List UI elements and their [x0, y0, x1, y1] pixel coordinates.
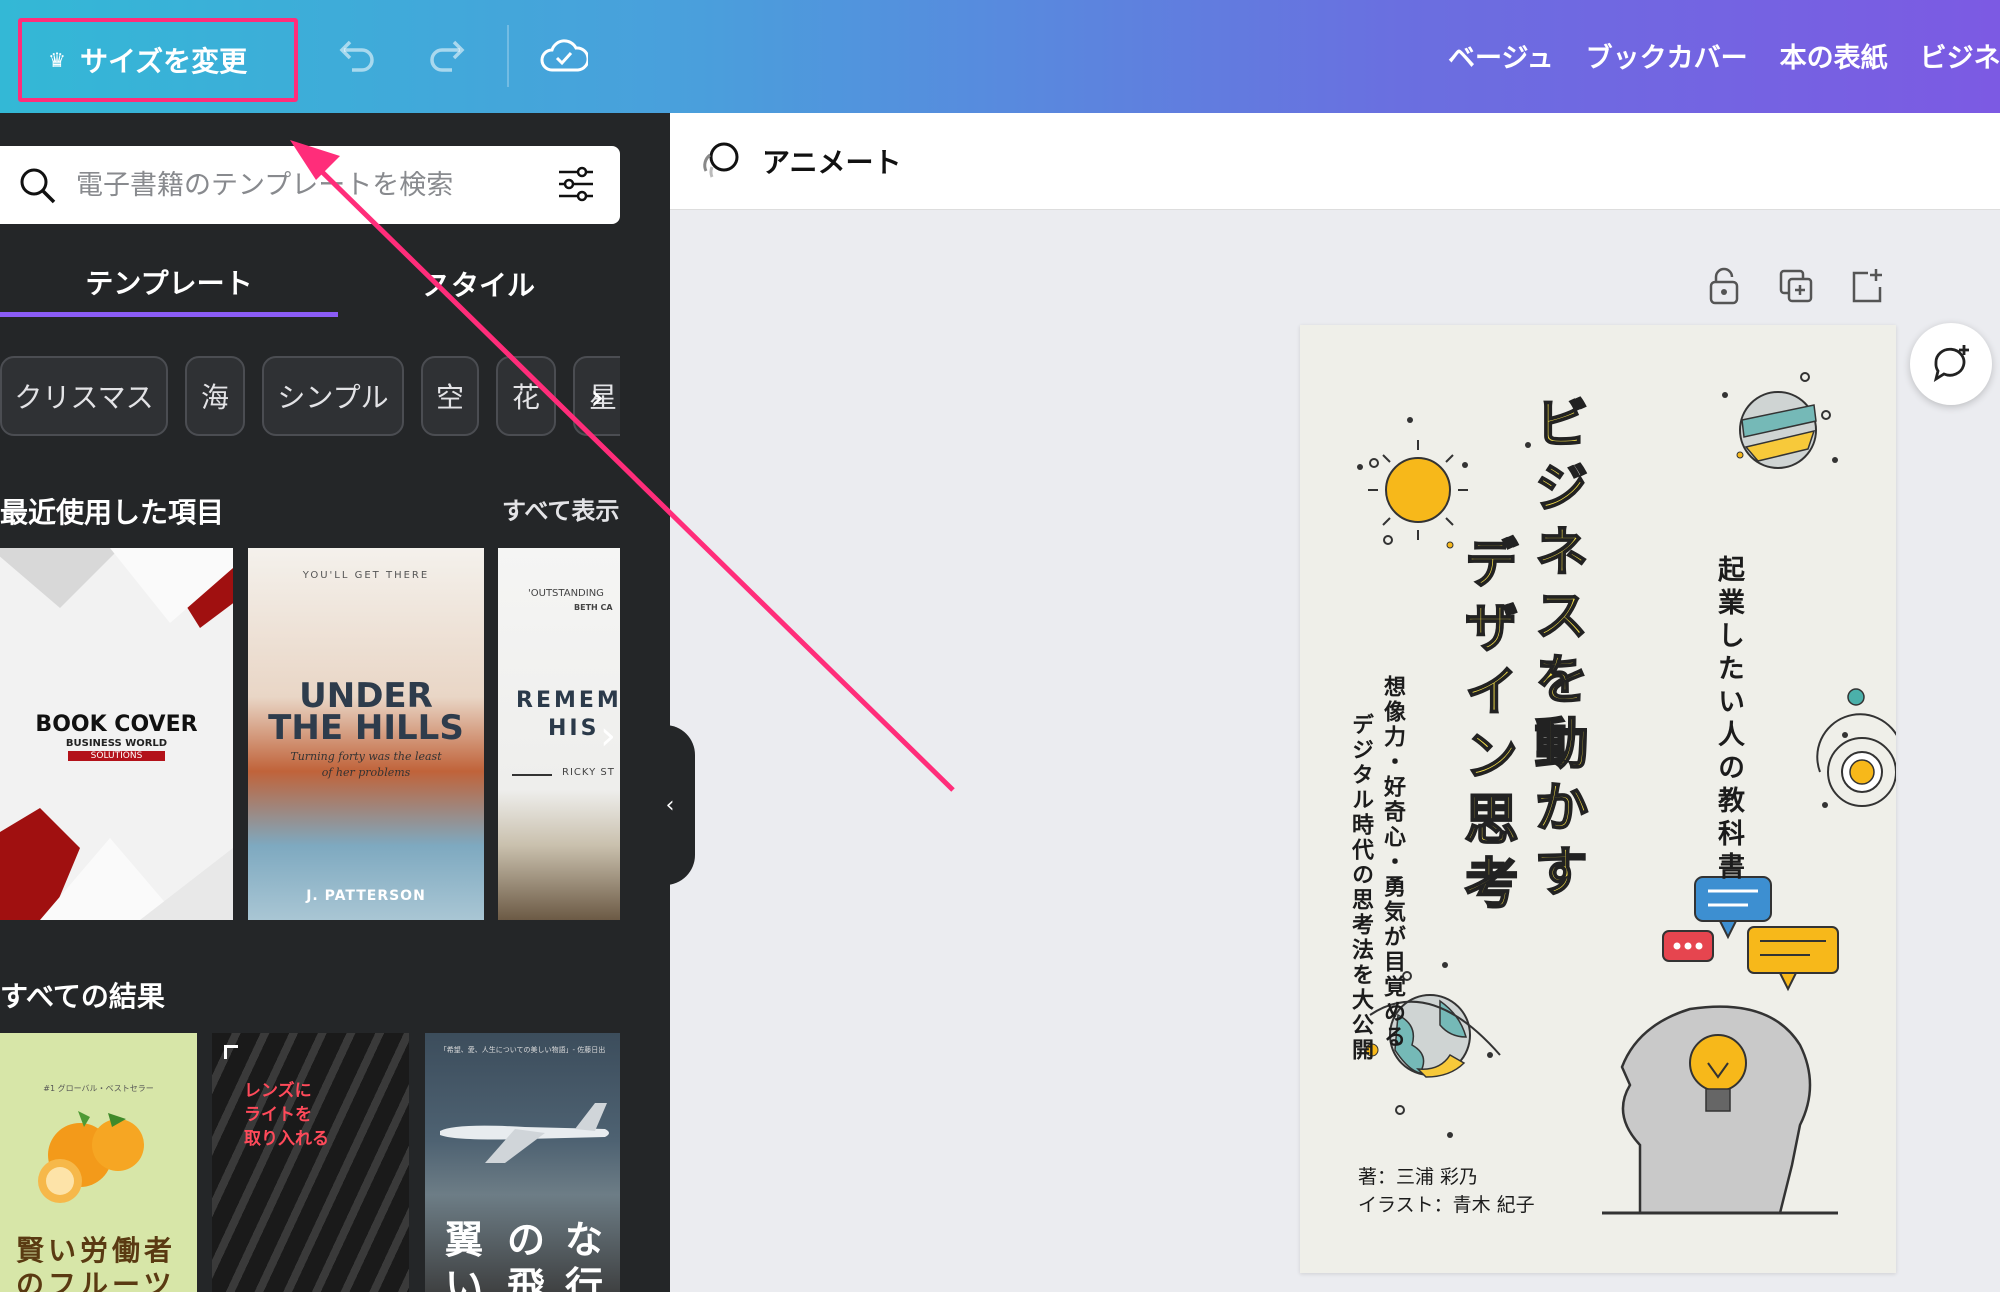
head-lightbulb-icon [1602, 1005, 1838, 1215]
panel-tabs: テンプレート スタイル [0, 251, 620, 317]
thumb-tag: SOLUTIONS [68, 751, 165, 761]
thumb-top: 「希望、愛、人生についての美しい物語」- 佐藤日出 [439, 1046, 606, 1054]
see-all-link[interactable]: すべて表示 [502, 491, 619, 526]
result-thumb-lens[interactable]: レンズに ライトを 取り入れる [212, 1033, 409, 1292]
thumb-title-line3: 取り入れる [244, 1129, 329, 1149]
thumb-author: J. PATTERSON [306, 888, 426, 904]
cover-subtitle-line1: 想像力・好奇心・勇気が目覚める [1380, 675, 1405, 1050]
duplicate-page-icon[interactable] [1773, 263, 1819, 309]
thumb-title-line2: ライトを [244, 1105, 312, 1125]
cover-credits: 著：三浦 彩乃 イラスト：青木 紀子 [1358, 1163, 1535, 1219]
chip-simple[interactable]: シンプル [262, 356, 404, 436]
chip-flower[interactable]: 花 [496, 356, 556, 436]
undo-icon[interactable] [332, 32, 380, 80]
planet-icon [1736, 372, 1838, 469]
thumb-tagline-2: of her problems [321, 766, 411, 779]
chip-christmas[interactable]: クリスマス [0, 356, 168, 436]
cover-side-text: 起業したい人の教科書 [1713, 555, 1744, 885]
crown-icon: ♛ [48, 48, 66, 72]
search-icon [18, 166, 58, 210]
recent-section-title: 最近使用した項目 [0, 496, 225, 529]
thumb-char-5: 飛 [507, 1264, 546, 1292]
airplane-illustration [440, 1103, 609, 1163]
solar-system-icon [1816, 688, 1896, 808]
editor-toolbar: アニメート [670, 113, 2000, 210]
thumb-char-6: 行 [565, 1264, 604, 1292]
resize-label: サイズを変更 [79, 45, 248, 78]
cover-title-line1: ビジネスを動かす [1524, 394, 1589, 908]
chevron-right-icon[interactable]: › [600, 713, 616, 759]
lock-icon[interactable] [1701, 263, 1747, 309]
cover-title-line2: デザイン思考 [1454, 534, 1519, 920]
animate-label: アニメート [762, 146, 902, 179]
thumb-divider [512, 774, 552, 776]
thumb-title: BOOK COVER [35, 712, 198, 737]
link-book-jacket[interactable]: 本の表紙 [1780, 36, 1888, 75]
tab-styles[interactable]: スタイル [338, 251, 620, 317]
animate-icon [703, 142, 739, 178]
results-section-title: すべての結果 [0, 980, 165, 1013]
result-thumb-fruits[interactable]: #1 グローバル・ベストセラー 賢い労働者 のフルーツ [0, 1033, 197, 1292]
thumb-top-1: 'OUTSTANDING [528, 588, 604, 599]
thumb-top: YOU'LL GET THERE [302, 570, 430, 581]
cloud-saved-icon[interactable] [540, 32, 588, 80]
link-book-cover[interactable]: ブックカバー [1586, 36, 1748, 75]
corner-mark [224, 1045, 238, 1059]
link-beige[interactable]: ベージュ [1448, 36, 1554, 75]
cover-subtitle-line2: デジタル時代の思考法を大公開 [1348, 713, 1373, 1063]
orange-illustration [38, 1111, 144, 1203]
thumb-title-line1: REMEM [516, 688, 620, 713]
comment-add-icon [1933, 345, 1969, 383]
add-page-icon[interactable] [1844, 263, 1890, 309]
collapse-panel-button[interactable]: ‹ [645, 725, 695, 885]
book-cover-page[interactable]: ビジネスを動かす デザイン思考 起業したい人の教科書 想像力・好奇心・勇気が目覚… [1300, 325, 1896, 1273]
chevron-right-icon[interactable]: › [590, 377, 604, 418]
chip-sky[interactable]: 空 [421, 356, 479, 436]
speech-bubbles-icon [1662, 876, 1839, 992]
link-business[interactable]: ビジネ [1920, 36, 2000, 75]
redo-icon[interactable] [424, 32, 472, 80]
thumb-title-line1: レンズに [244, 1081, 312, 1101]
canva-editor: ♛ サイズを変更 ベージュ ブックカバー 本の表紙 ビジネ 電子書籍のテンプレー… [0, 0, 2000, 1292]
thumb-title-line2: THE HILLS [268, 708, 464, 748]
templates-panel: テンプレート スタイル クリスマス 海 シンプル 空 花 星 › 最近使用した項… [0, 113, 670, 1292]
thumb-top-2: BETH CA [574, 603, 613, 612]
cover-illustrator: イラスト：青木 紀子 [1358, 1194, 1535, 1216]
recent-thumb-under-the-hills[interactable]: YOU'LL GET THERE UNDER THE HILLS Turning… [248, 548, 484, 920]
sun-icon [1368, 440, 1468, 549]
search-input[interactable] [76, 162, 536, 208]
top-toolbar: ♛ サイズを変更 ベージュ ブックカバー 本の表紙 ビジネ [0, 0, 2000, 113]
result-thumb-wingless-flight[interactable]: 「希望、愛、人生についての美しい物語」- 佐藤日出 翼 の な い 飛 行 [425, 1033, 620, 1292]
resize-button[interactable]: ♛ サイズを変更 [18, 18, 298, 102]
thumb-char-4: い [445, 1264, 484, 1292]
thumb-title-line2: のフルーツ [16, 1268, 176, 1292]
tab-templates[interactable]: テンプレート [0, 251, 338, 317]
thumb-author: RICKY ST [562, 767, 615, 778]
thumb-title-line2: HIS [548, 716, 600, 741]
cover-author: 著：三浦 彩乃 [1358, 1166, 1479, 1188]
animate-button[interactable]: アニメート [698, 139, 901, 183]
chip-sea[interactable]: 海 [185, 356, 245, 436]
search-bar [0, 146, 620, 224]
breadcrumb-links: ベージュ ブックカバー 本の表紙 ビジネ [1448, 36, 2000, 75]
filter-icon[interactable] [556, 164, 596, 208]
recent-thumb-book-cover[interactable]: BOOK COVER BUSINESS WORLD SOLUTIONS [0, 548, 233, 920]
toolbar-divider [507, 25, 509, 87]
add-comment-button[interactable] [1910, 323, 1992, 405]
category-chips: クリスマス 海 シンプル 空 花 星 [0, 356, 620, 436]
thumb-tagline-1: Turning forty was the least [290, 750, 442, 763]
thumb-subtitle: BUSINESS WORLD [65, 738, 168, 749]
